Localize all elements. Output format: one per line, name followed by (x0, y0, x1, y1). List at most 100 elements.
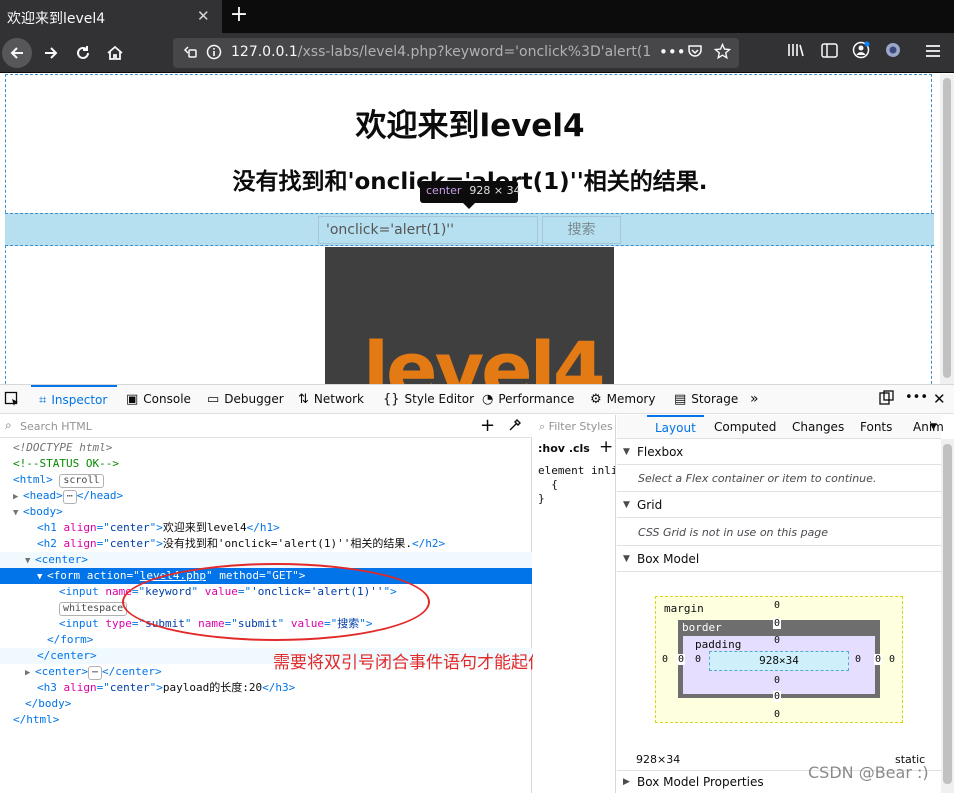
margin-label: margin (664, 602, 704, 615)
element-inline-rule[interactable]: element inline { } (538, 464, 615, 506)
collapse-arrow-icon[interactable]: ▼ (25, 553, 35, 569)
tab-changes[interactable]: Changes (792, 415, 844, 439)
tab-fonts[interactable]: Fonts (860, 415, 892, 439)
site-info-icon[interactable] (182, 44, 198, 64)
browser-tab[interactable]: 欢迎来到level4 ✕ (0, 0, 222, 33)
reload-button[interactable] (69, 39, 97, 67)
chevron-down-icon[interactable]: ▼ (930, 415, 937, 439)
margin-top-value[interactable]: 0 (774, 600, 780, 611)
filter-styles-input[interactable]: ⌕ Filter Styles (539, 420, 613, 434)
border-left-value[interactable]: 0 (677, 654, 686, 665)
layout-sidebar: Layout Computed Changes Fonts Anim ▼ ▼ Fl… (617, 415, 944, 793)
padding-right-value[interactable]: 0 (855, 654, 861, 665)
memory-icon: ⚙ (590, 392, 602, 407)
forward-arrow-icon (45, 47, 58, 59)
page-heading: 欢迎来到level4 (355, 108, 585, 144)
more-tabs-icon[interactable]: » (750, 385, 759, 414)
account-icon[interactable] (849, 41, 873, 65)
element-picker-icon[interactable] (4, 391, 20, 409)
library-icon[interactable] (784, 41, 808, 65)
sidebar-icon[interactable] (817, 41, 841, 65)
padding-top-value[interactable]: 0 (774, 635, 780, 646)
search-button[interactable]: 搜索 (542, 216, 621, 244)
border-bottom-value[interactable]: 0 (773, 691, 782, 702)
markup-head[interactable]: ▶ <head> ⋯ </head> (0, 488, 532, 504)
border-top-value[interactable]: 0 (773, 618, 782, 629)
tooltip-tag: center (426, 184, 462, 197)
collapsed-badge[interactable]: ⋯ (87, 666, 103, 680)
collapse-arrow-icon[interactable]: ▼ (37, 569, 47, 585)
inspector-icon: ⌗ (39, 393, 47, 408)
home-button[interactable] (101, 39, 129, 67)
forward-button[interactable] (37, 39, 65, 67)
tab-storage[interactable]: ▤ Storage (674, 385, 738, 414)
add-rule-button[interactable]: + (599, 437, 613, 457)
margin-bottom-value[interactable]: 0 (774, 709, 780, 720)
sidebar-scrollbar-thumb[interactable] (943, 444, 952, 784)
markup-h2[interactable]: <h2 align="center">没有找到和'onclick='alert(… (0, 536, 532, 552)
margin-right-value[interactable]: 0 (889, 654, 895, 665)
eyedropper-icon[interactable] (509, 418, 522, 435)
dock-icon[interactable] (879, 390, 894, 409)
markup-comment[interactable]: <!--STATUS OK--> (0, 456, 532, 472)
markup-html[interactable]: <html> scroll (0, 472, 532, 488)
tab-computed[interactable]: Computed (714, 415, 776, 439)
padding-bottom-value[interactable]: 0 (774, 675, 780, 686)
menu-icon[interactable] (921, 41, 945, 65)
page-actions-icon[interactable]: ••• (659, 43, 686, 61)
expand-arrow-icon[interactable]: ▶ (25, 665, 35, 681)
hov-toggle[interactable]: :hov (538, 442, 565, 455)
markup-doctype[interactable]: <!DOCTYPE html> (0, 440, 532, 456)
page-scrollbar[interactable] (940, 74, 954, 384)
tab-animations[interactable]: Anim (913, 415, 944, 439)
border-right-value[interactable]: 0 (874, 654, 883, 665)
pocket-icon[interactable] (687, 43, 703, 63)
search-html-input[interactable]: Search HTML (20, 420, 92, 433)
markup-h3[interactable]: <h3 align="center">payload的长度:20</h3> (0, 680, 532, 696)
tab-debugger[interactable]: ▭ Debugger (207, 385, 284, 414)
close-tab-icon[interactable]: ✕ (197, 7, 210, 25)
style-editor-icon: {} (383, 392, 400, 407)
cls-toggle[interactable]: .cls (569, 442, 590, 455)
box-model-section-header[interactable]: ▼ Box Model (617, 546, 941, 572)
bookmark-star-icon[interactable] (713, 42, 732, 64)
markup-html-close[interactable]: </html> (0, 712, 532, 728)
tab-network[interactable]: ⇅ Network (298, 385, 364, 414)
back-button[interactable] (2, 38, 32, 68)
tab-performance[interactable]: ◔ Performance (482, 385, 574, 414)
flexbox-section-header[interactable]: ▼ Flexbox (617, 439, 941, 465)
address-bar[interactable]: 127.0.0.1/xss-labs/level4.php?keyword='o… (173, 38, 739, 68)
tab-inspector-label: Inspector (51, 393, 108, 407)
devtools-menu-icon[interactable]: ••• (905, 390, 928, 405)
tab-layout[interactable]: Layout (647, 415, 704, 439)
tab-console[interactable]: ▣ Console (126, 385, 191, 414)
tab-strip: 欢迎来到level4 ✕ + (0, 0, 954, 33)
extension-icon[interactable] (881, 41, 905, 65)
grid-section-header[interactable]: ▼ Grid (617, 492, 941, 518)
sidebar-scrollbar[interactable] (941, 439, 954, 793)
keyword-input[interactable]: 'onclick='alert(1)'' (318, 216, 538, 244)
page-info-icon[interactable] (206, 44, 222, 64)
tab-memory[interactable]: ⚙ Memory (590, 385, 655, 414)
markup-body[interactable]: ▼ <body> (0, 504, 532, 520)
add-node-button[interactable]: + (480, 415, 495, 436)
url-text[interactable]: 127.0.0.1/xss-labs/level4.php?keyword='o… (231, 44, 651, 60)
collapsed-badge[interactable]: ⋯ (62, 490, 77, 504)
padding-left-value[interactable]: 0 (695, 654, 701, 665)
page-scrollbar-thumb[interactable] (943, 78, 951, 378)
devtools-toolbar: ⌗ Inspector ▣ Console ▭ Debugger ⇅ Network {… (0, 384, 954, 414)
markup-h1[interactable]: <h1 align="center">欢迎来到level4</h1> (0, 520, 532, 536)
new-tab-button[interactable]: + (228, 4, 250, 28)
collapse-arrow-icon[interactable]: ▼ (13, 505, 23, 521)
devtools-close-icon[interactable]: ✕ (933, 390, 946, 408)
margin-left-value[interactable]: 0 (662, 654, 668, 665)
scroll-badge[interactable]: scroll (59, 474, 104, 488)
markup-body-close[interactable]: </body> (0, 696, 532, 712)
tab-style-editor[interactable]: {} Style Editor (383, 385, 474, 414)
tab-inspector[interactable]: ⌗ Inspector (31, 385, 117, 414)
expand-arrow-icon[interactable]: ▶ (13, 489, 23, 505)
tab-performance-label: Performance (498, 392, 575, 406)
box-model-content[interactable]: 928×34 (709, 651, 849, 671)
network-icon: ⇅ (298, 392, 309, 407)
whitespace-badge[interactable]: whitespace (59, 602, 128, 616)
